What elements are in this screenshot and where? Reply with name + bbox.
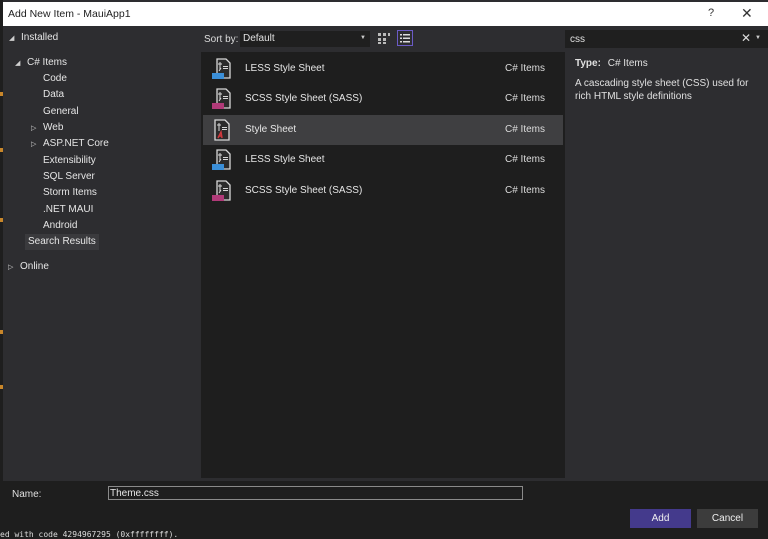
tree-item-label: General: [43, 106, 79, 117]
template-details: Type: C# Items A cascading style sheet (…: [575, 58, 765, 103]
list-view-button[interactable]: [397, 30, 413, 46]
template-row-less-style-sheet[interactable]: LESS Style Sheet C# Items: [203, 145, 563, 175]
expanded-arrow-icon: ◢: [9, 35, 15, 42]
template-list: LESS Style Sheet C# Items SCSS Style She…: [201, 52, 565, 478]
tree-item-label: .NET MAUI: [43, 204, 94, 215]
tree-item-extensibility[interactable]: Extensibility: [43, 153, 96, 169]
tree-item-search-results[interactable]: Search Results: [25, 234, 99, 250]
name-input[interactable]: [108, 486, 523, 500]
sort-by-label: Sort by:: [204, 34, 239, 45]
tree-item-web[interactable]: ▷ Web: [31, 120, 63, 136]
tree-item-general[interactable]: General: [43, 104, 79, 120]
sort-by-dropdown[interactable]: Default ▼: [240, 31, 370, 47]
collapsed-arrow-icon[interactable]: ▷: [31, 137, 43, 153]
tree-item-data[interactable]: Data: [43, 87, 64, 103]
template-tree: ◢ Installed ◢ C# Items Code Data General ▷…: [3, 26, 201, 478]
tree-item-label: SQL Server: [43, 171, 95, 182]
type-label: Type:: [575, 58, 601, 69]
tree-item-installed[interactable]: ◢ Installed: [9, 30, 58, 46]
type-value: C# Items: [607, 58, 648, 69]
tree-item-sql-server[interactable]: SQL Server: [43, 169, 95, 185]
title-bar: Add New Item - MauiApp1 ? ✕: [3, 2, 768, 26]
sass-file-icon: [212, 180, 231, 201]
tree-item-net-maui[interactable]: .NET MAUI: [43, 202, 93, 218]
sort-toolbar: Sort by: Default ▼: [201, 26, 565, 52]
template-description: A cascading style sheet (CSS) used for r…: [575, 78, 749, 102]
search-input[interactable]: css: [570, 34, 585, 45]
collapsed-arrow-icon[interactable]: ▷: [8, 260, 20, 276]
cancel-button[interactable]: Cancel: [697, 509, 758, 528]
template-row-style-sheet[interactable]: Style Sheet C# Items: [203, 115, 563, 145]
expanded-arrow-icon: ◢: [15, 60, 21, 67]
template-type: Type: C# Items: [575, 58, 765, 69]
tree-item-label: Online: [20, 261, 49, 272]
tree-item-label: C# Items: [27, 57, 68, 68]
grid-view-icon: [378, 33, 390, 44]
help-button[interactable]: ?: [708, 7, 714, 19]
tree-item-android[interactable]: Android: [43, 218, 77, 234]
less-file-icon: [212, 58, 231, 79]
template-row-less-style-sheet[interactable]: LESS Style Sheet C# Items: [203, 54, 563, 84]
tree-item-label: Web: [43, 122, 64, 133]
template-name: LESS Style Sheet: [245, 63, 325, 74]
dialog-title: Add New Item - MauiApp1: [8, 8, 131, 20]
clear-search-icon[interactable]: ✕: [741, 31, 751, 45]
tree-item-label: Search Results: [28, 236, 96, 247]
tree-item-label: Code: [43, 73, 67, 84]
template-name: SCSS Style Sheet (SASS): [245, 93, 363, 104]
template-name: SCSS Style Sheet (SASS): [245, 185, 363, 196]
tree-item-aspnet-core[interactable]: ▷ ASP.NET Core: [31, 136, 109, 152]
tree-item-label: Android: [43, 220, 78, 231]
sass-file-icon: [212, 88, 231, 109]
template-category: C# Items: [505, 63, 546, 74]
template-name: LESS Style Sheet: [245, 154, 325, 165]
name-label: Name:: [12, 489, 42, 500]
template-category: C# Items: [505, 154, 546, 165]
dialog-footer: Name: Add Cancel: [3, 481, 768, 530]
sort-by-value: Default: [243, 33, 275, 44]
css-file-icon: [214, 119, 230, 141]
tree-item-label: Installed: [21, 32, 59, 43]
add-button[interactable]: Add: [630, 509, 691, 528]
template-category: C# Items: [505, 185, 546, 196]
tree-item-label: ASP.NET Core: [43, 138, 109, 149]
tree-item-label: Extensibility: [43, 155, 96, 166]
template-row-scss-style-sheet[interactable]: SCSS Style Sheet (SASS) C# Items: [203, 84, 563, 114]
collapsed-arrow-icon[interactable]: ▷: [31, 121, 43, 137]
tree-item-label: Data: [43, 89, 65, 100]
template-name: Style Sheet: [245, 124, 297, 135]
tree-item-online[interactable]: ▷ Online: [8, 259, 49, 275]
tree-item-csharp-items[interactable]: ◢ C# Items: [15, 55, 67, 71]
template-category: C# Items: [505, 93, 546, 104]
chevron-down-icon: ▼: [360, 35, 366, 41]
output-console-text: ed with code 4294967295 (0xffffffff).: [0, 530, 768, 539]
grid-view-button[interactable]: [376, 30, 392, 46]
less-file-icon: [212, 149, 231, 170]
tree-item-code[interactable]: Code: [43, 71, 67, 87]
add-new-item-dialog: Add New Item - MauiApp1 ? ✕ ◢ Installed ◢…: [3, 0, 768, 530]
template-row-scss-style-sheet[interactable]: SCSS Style Sheet (SASS) C# Items: [203, 176, 563, 206]
close-button[interactable]: ✕: [741, 5, 753, 22]
list-view-icon: [400, 34, 410, 43]
search-installed-templates[interactable]: css ✕ ▼: [565, 30, 768, 48]
tree-item-storm-items[interactable]: Storm Items: [43, 185, 97, 201]
chevron-down-icon[interactable]: ▼: [755, 35, 761, 41]
template-category: C# Items: [505, 124, 546, 135]
tree-item-label: Storm Items: [43, 187, 97, 198]
